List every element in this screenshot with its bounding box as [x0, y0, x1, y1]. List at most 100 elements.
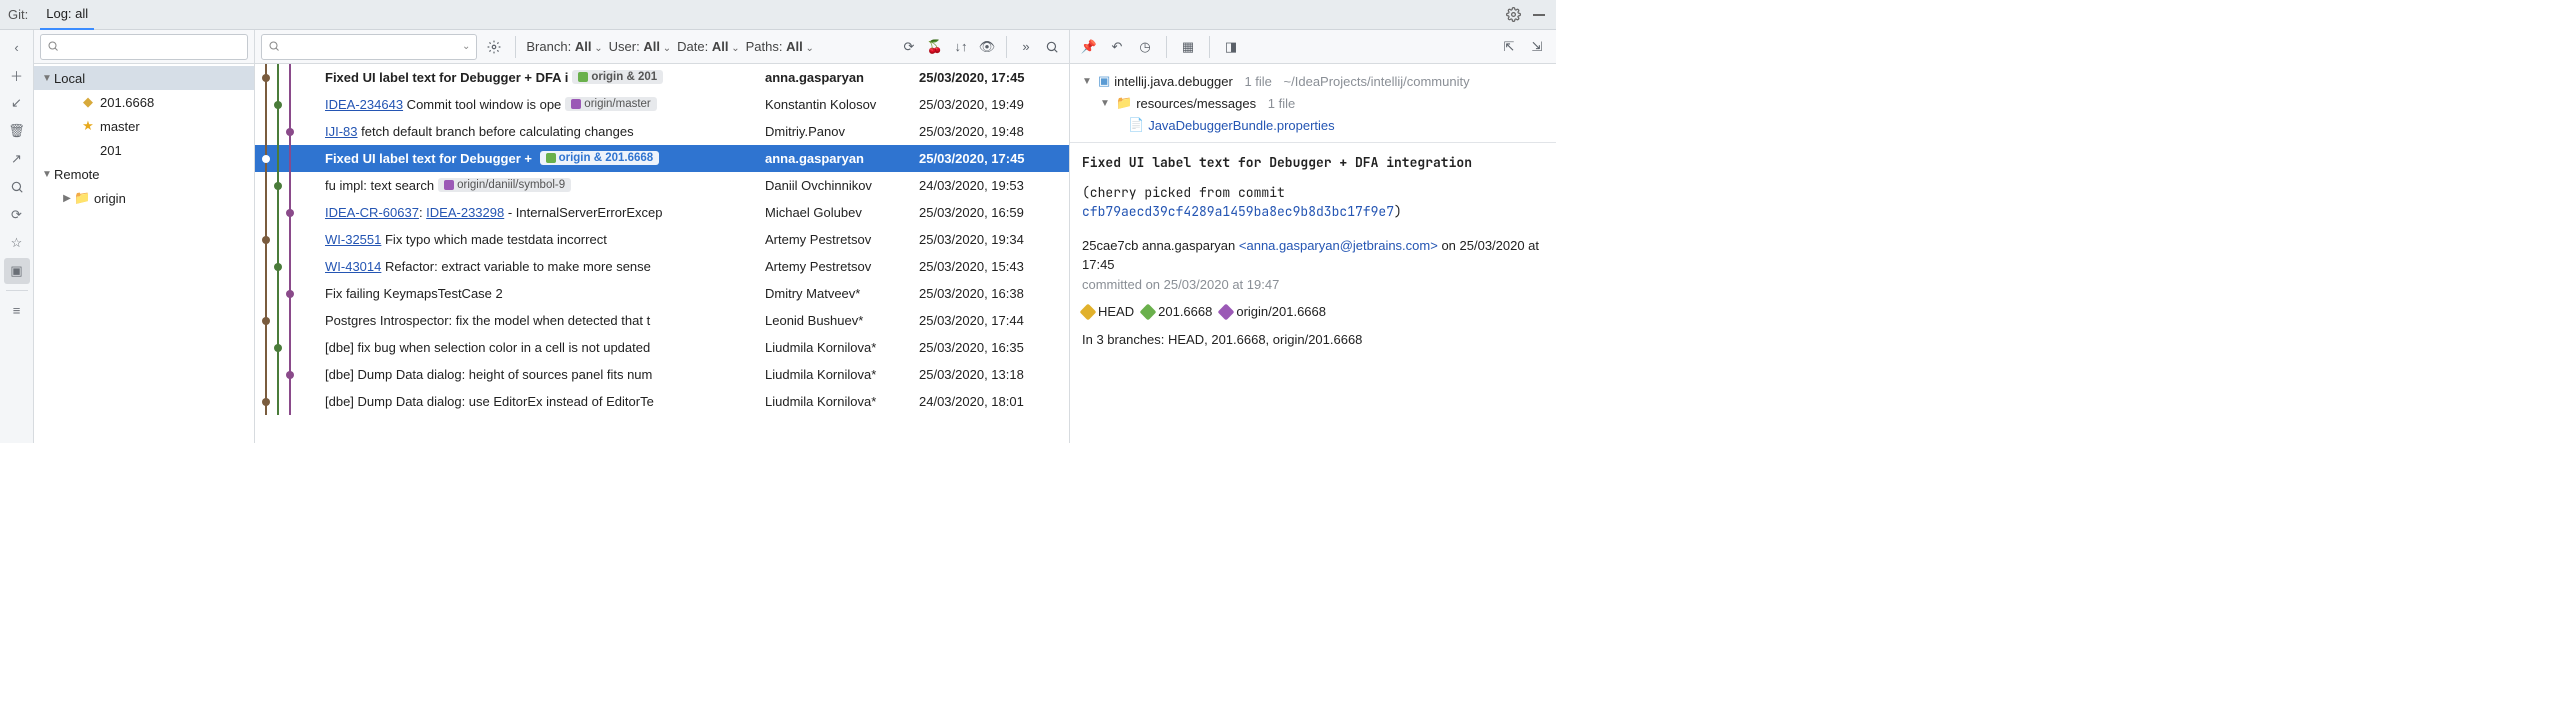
- gear-icon[interactable]: [1504, 6, 1522, 24]
- commit-row[interactable]: WI-43014 Refactor: extract variable to m…: [255, 253, 1069, 280]
- commit-row[interactable]: WI-32551 Fix typo which made testdata in…: [255, 226, 1069, 253]
- tag-icon: [546, 153, 556, 163]
- commit-hash-link[interactable]: cfb79aecd39cf4289a1459ba8ec9b8d3bc17f9e7: [1082, 203, 1394, 220]
- filter-user[interactable]: User: All: [609, 39, 671, 54]
- refresh-icon[interactable]: ⟳: [4, 202, 30, 228]
- issue-link[interactable]: IDEA-CR-60637: [325, 205, 419, 220]
- log-toolbar: ⌄ Branch: All User: All Date: All Paths:…: [255, 30, 1069, 64]
- commit-author: Dmitriy.Panov: [765, 124, 915, 139]
- cherry-pick-icon[interactable]: 🍒: [924, 36, 946, 58]
- folder-icon: 📁: [74, 190, 90, 206]
- filter-branch[interactable]: Branch: All: [526, 39, 602, 54]
- filter-gear-icon[interactable]: [483, 36, 505, 58]
- tag-icon: ◆: [80, 94, 96, 110]
- issue-link[interactable]: WI-43014: [325, 259, 381, 274]
- outgoing-icon[interactable]: ↗: [4, 146, 30, 172]
- commit-row[interactable]: fu impl: text searchorigin/daniil/symbol…: [255, 172, 1069, 199]
- eye-icon[interactable]: 👁: [976, 36, 998, 58]
- branch-group-remote[interactable]: ▼Remote: [34, 162, 254, 186]
- search-icon[interactable]: [4, 174, 30, 200]
- ref-tag[interactable]: HEAD: [1082, 302, 1134, 322]
- layout-toggle-icon[interactable]: ▣: [4, 258, 30, 284]
- ref-tag[interactable]: 201.6668: [1142, 302, 1212, 322]
- group-icon[interactable]: ▦: [1177, 36, 1199, 58]
- email-link[interactable]: <anna.gasparyan@jetbrains.com>: [1239, 238, 1438, 253]
- chevron-left-icon[interactable]: ‹: [4, 34, 30, 60]
- refresh-icon[interactable]: ⟳: [898, 36, 920, 58]
- tree-module[interactable]: ▼▣intellij.java.debugger 1 file ~/IdeaPr…: [1080, 70, 1546, 92]
- commit-author: Konstantin Kolosov: [765, 97, 915, 112]
- issue-link[interactable]: WI-32551: [325, 232, 381, 247]
- history-icon[interactable]: ◷: [1134, 36, 1156, 58]
- commit-row[interactable]: IJI-83 fetch default branch before calcu…: [255, 118, 1069, 145]
- commit-row[interactable]: Fixed UI label text for Debugger + origi…: [255, 145, 1069, 172]
- commit-author: Artemy Pestretsov: [765, 259, 915, 274]
- plus-icon[interactable]: ＋: [4, 62, 30, 88]
- branch-item-origin[interactable]: ▶📁origin: [34, 186, 254, 210]
- filter-date[interactable]: Date: All: [677, 39, 740, 54]
- group-label: Local: [54, 71, 85, 86]
- branch-item[interactable]: ★master: [34, 114, 254, 138]
- tree-file[interactable]: 📄JavaDebuggerBundle.properties: [1080, 114, 1546, 136]
- ref-badge[interactable]: origin/daniil/symbol-9: [438, 178, 571, 192]
- left-gutter: ‹ ＋ ↙ 🗑 ↗ ⟳ ☆ ▣ ≡: [0, 30, 34, 443]
- find-icon[interactable]: [1041, 36, 1063, 58]
- commit-author-line: 25cae7cb anna.gasparyan <anna.gasparyan@…: [1082, 236, 1544, 275]
- commit-row[interactable]: IDEA-CR-60637: IDEA-233298 - InternalSer…: [255, 199, 1069, 226]
- branch-item[interactable]: ◆201.6668: [34, 90, 254, 114]
- group-label: Remote: [54, 167, 100, 182]
- trash-icon[interactable]: 🗑: [4, 118, 30, 144]
- push-icon[interactable]: ↓↑: [950, 36, 972, 58]
- commit-date: 25/03/2020, 15:43: [915, 259, 1069, 274]
- branch-item[interactable]: 201: [34, 138, 254, 162]
- commit-log-panel: ⌄ Branch: All User: All Date: All Paths:…: [255, 30, 1070, 443]
- issue-link[interactable]: IJI-83: [325, 124, 358, 139]
- branch-search-input[interactable]: [40, 34, 248, 60]
- branches-panel: ▼Local ◆201.6668 ★master 201 ▼Remote ▶📁o…: [34, 30, 255, 443]
- tag-icon: [1080, 303, 1097, 320]
- module-icon: ▣: [1098, 73, 1110, 89]
- tab-log-all[interactable]: Log: all: [40, 0, 94, 30]
- commit-date: 25/03/2020, 13:18: [915, 367, 1069, 382]
- ref-badge[interactable]: origin/master: [565, 97, 656, 111]
- ref-badge[interactable]: origin & 201: [572, 70, 663, 84]
- commit-author: Liudmila Kornilova*: [765, 394, 915, 409]
- tag-icon: [1140, 303, 1157, 320]
- commit-author: Dmitry Matveev*: [765, 286, 915, 301]
- issue-link[interactable]: IDEA-234643: [325, 97, 403, 112]
- log-search-input[interactable]: ⌄: [261, 34, 477, 60]
- tool-window-label: Git:: [8, 7, 28, 22]
- issue-link[interactable]: IDEA-233298: [426, 205, 504, 220]
- undo-icon[interactable]: ↶: [1106, 36, 1128, 58]
- branch-group-local[interactable]: ▼Local: [34, 66, 254, 90]
- details-toolbar: 📌 ↶ ◷ ▦ ◨ ⇱ ⇲: [1070, 30, 1556, 64]
- settings-stack-icon[interactable]: ≡: [4, 297, 30, 323]
- collapse-icon[interactable]: ⇲: [1526, 36, 1548, 58]
- commit-row[interactable]: Fix failing KeymapsTestCase 2Dmitry Matv…: [255, 280, 1069, 307]
- layout-icon[interactable]: ◨: [1220, 36, 1242, 58]
- commit-date: 25/03/2020, 17:44: [915, 313, 1069, 328]
- more-icon[interactable]: »: [1015, 36, 1037, 58]
- ref-tag[interactable]: origin/201.6668: [1220, 302, 1326, 322]
- commit-row[interactable]: [dbe] fix bug when selection color in a …: [255, 334, 1069, 361]
- tree-folder[interactable]: ▼📁resources/messages 1 file: [1080, 92, 1546, 114]
- commit-row[interactable]: [dbe] Dump Data dialog: height of source…: [255, 361, 1069, 388]
- minimize-icon[interactable]: [1530, 6, 1548, 24]
- incoming-icon[interactable]: ↙: [4, 90, 30, 116]
- commit-row[interactable]: Postgres Introspector: fix the model whe…: [255, 307, 1069, 334]
- filter-paths[interactable]: Paths: All: [746, 39, 814, 54]
- cherry-pick-note: (cherry picked from commit cfb79aecd39cf…: [1082, 183, 1544, 222]
- folder-icon: 📁: [1116, 95, 1132, 111]
- expand-icon[interactable]: ⇱: [1498, 36, 1520, 58]
- commit-row[interactable]: [dbe] Dump Data dialog: use EditorEx ins…: [255, 388, 1069, 415]
- commit-date: 25/03/2020, 16:59: [915, 205, 1069, 220]
- commit-row[interactable]: Fixed UI label text for Debugger + DFA i…: [255, 64, 1069, 91]
- star-icon[interactable]: ☆: [4, 230, 30, 256]
- commit-author: Liudmila Kornilova*: [765, 340, 915, 355]
- ref-badge[interactable]: origin & 201.6668: [540, 151, 660, 165]
- commit-date: 25/03/2020, 16:38: [915, 286, 1069, 301]
- search-icon: [268, 40, 282, 54]
- commit-row[interactable]: IDEA-234643 Commit tool window is opeori…: [255, 91, 1069, 118]
- pin-icon[interactable]: 📌: [1078, 36, 1100, 58]
- star-icon: ★: [80, 118, 96, 134]
